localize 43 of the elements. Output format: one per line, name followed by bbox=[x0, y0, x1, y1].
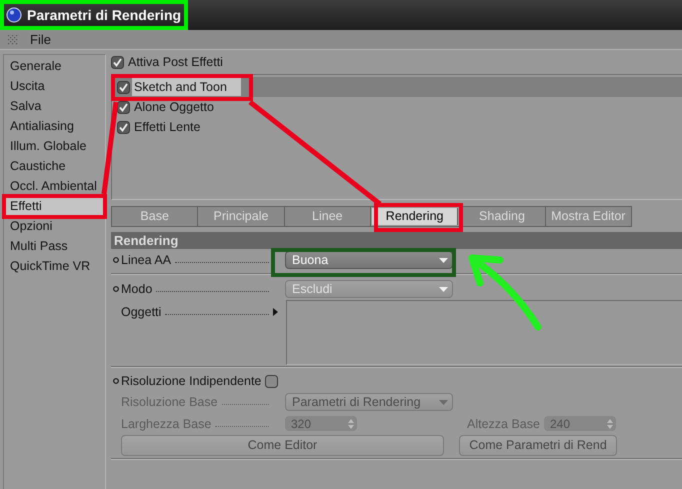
tab[interactable]: Rendering bbox=[372, 208, 458, 225]
sidebar-item[interactable]: Generale bbox=[4, 56, 105, 76]
field-label: Modo bbox=[121, 282, 271, 296]
item-label: Sketch and Toon bbox=[132, 78, 241, 96]
dropdown[interactable]: Buona bbox=[285, 251, 453, 269]
section-header: Rendering bbox=[111, 232, 682, 249]
field-label: Larghezza Base bbox=[121, 416, 271, 430]
field-label: Oggetti bbox=[121, 305, 271, 319]
field-label: Risoluzione Indipendente bbox=[121, 374, 262, 388]
list-item[interactable]: Effetti Lente bbox=[112, 117, 682, 137]
animation-dot-icon[interactable] bbox=[112, 286, 118, 292]
field-label: Risoluzione Base bbox=[121, 395, 271, 409]
animation-dot-icon[interactable] bbox=[112, 378, 118, 384]
sidebar-item[interactable]: Salva bbox=[4, 96, 105, 116]
window-title: Parametri di Rendering bbox=[27, 7, 182, 23]
field-label: Altezza Base bbox=[467, 416, 540, 430]
sphere-icon bbox=[6, 7, 22, 23]
field-label: Linea AA bbox=[121, 253, 271, 267]
checkbox[interactable] bbox=[265, 374, 278, 388]
item-label: Effetti Lente bbox=[134, 120, 200, 134]
caret-icon bbox=[439, 400, 448, 404]
grip-icon[interactable] bbox=[8, 34, 18, 44]
expand-arrow-icon[interactable] bbox=[273, 308, 278, 316]
sidebar-item[interactable]: Occl. Ambiental bbox=[4, 176, 105, 196]
caret-icon bbox=[439, 258, 448, 262]
checkbox[interactable] bbox=[117, 80, 130, 94]
item-label: Alone Oggetto bbox=[134, 100, 214, 114]
sidebar-item[interactable]: Opzioni bbox=[4, 216, 105, 236]
list-item[interactable]: Alone Oggetto bbox=[112, 97, 682, 117]
sidebar-item[interactable]: Caustiche bbox=[4, 156, 105, 176]
animation-dot-icon[interactable] bbox=[112, 257, 118, 263]
menu-item[interactable]: File bbox=[28, 32, 53, 47]
list-item[interactable]: Sketch and Toon bbox=[112, 77, 682, 97]
caret-icon bbox=[439, 286, 448, 292]
checkbox-label: Attiva Post Effetti bbox=[128, 55, 223, 69]
sidebar-item[interactable]: Antialiasing bbox=[4, 116, 105, 136]
sidebar-item[interactable]: Uscita bbox=[4, 76, 105, 96]
sidebar-item[interactable]: QuickTime VR bbox=[4, 256, 105, 276]
sidebar-item[interactable]: Multi Pass bbox=[4, 236, 105, 256]
sidebar-item[interactable]: Illum. Globale bbox=[4, 136, 105, 156]
checkbox[interactable] bbox=[111, 56, 124, 68]
checkbox[interactable] bbox=[117, 100, 130, 114]
checkbox[interactable] bbox=[117, 120, 130, 134]
